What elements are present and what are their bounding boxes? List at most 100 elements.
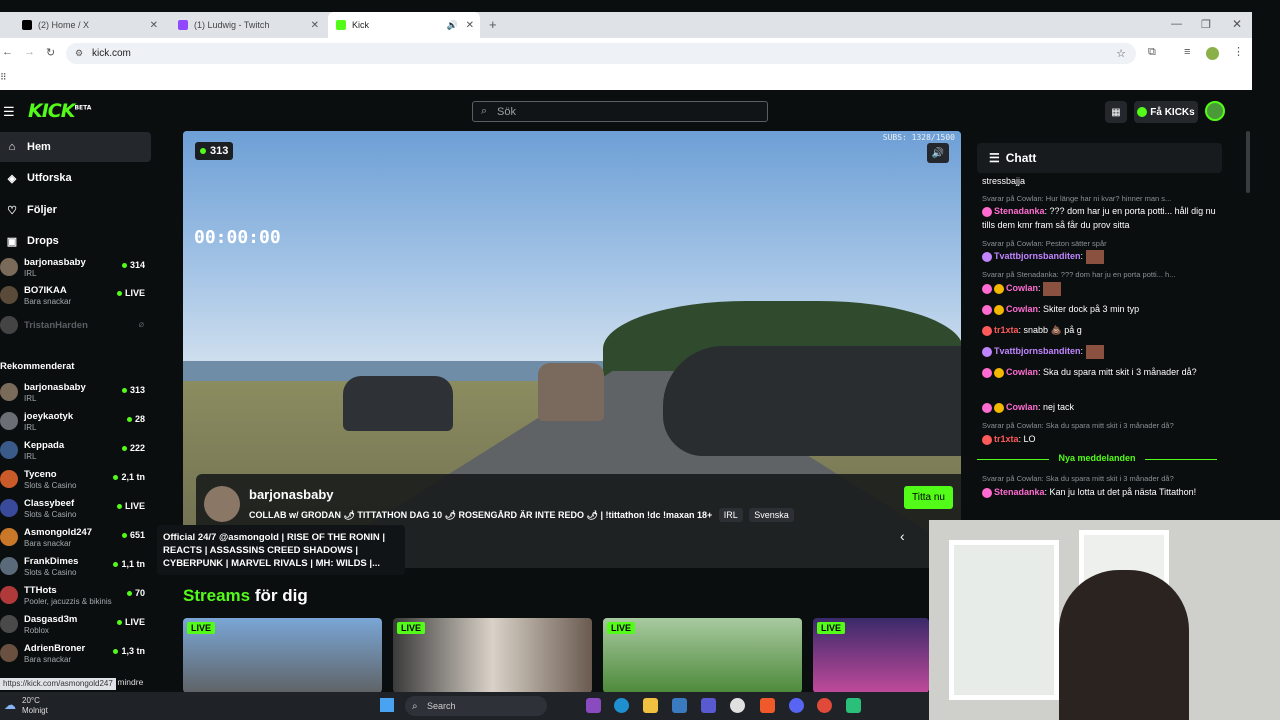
recommended-channel[interactable]: TTHots Pooler, jacuzzis & bikinis 70 xyxy=(0,582,150,610)
recommended-channel[interactable]: FrankDimes Slots & Casino 1,1 tn xyxy=(0,553,150,581)
taskbar-search[interactable]: ⌕ Search xyxy=(405,696,547,716)
tag-language[interactable]: Svenska xyxy=(749,508,794,522)
viewer-count: LIVE xyxy=(117,288,145,298)
stream-title: COLLAB w/ GRODAN 🌶 TITTATHON DAG 10 🌶 RO… xyxy=(249,510,713,520)
chat-username[interactable]: Stenadanka xyxy=(994,206,1045,216)
page-scrollbar[interactable] xyxy=(1246,131,1250,193)
close-tab-icon[interactable]: ✕ xyxy=(150,20,158,31)
stream-thumbnail[interactable]: LIVE xyxy=(813,618,929,693)
recommended-channel[interactable]: Classybeef Slots & Casino LIVE xyxy=(0,495,150,523)
bookmark-star-icon[interactable]: ☆ xyxy=(1116,47,1126,60)
x-favicon-icon xyxy=(22,20,32,30)
sidebar-item-utforska[interactable]: ◈ Utforska xyxy=(0,163,151,193)
following-channel[interactable]: BO7IKAA Bara snackar LIVE xyxy=(0,282,150,310)
chat-username[interactable]: Tvattbjornsbanditen xyxy=(994,251,1081,261)
sidebar-item-drops[interactable]: ▣ Drops xyxy=(0,226,151,256)
tab-x[interactable]: (2) Home / X ✕ xyxy=(14,12,164,38)
store-icon[interactable] xyxy=(672,698,687,713)
chat-menu-icon[interactable]: ☰ xyxy=(989,151,1000,165)
file-explorer-icon[interactable] xyxy=(643,698,658,713)
site-info-icon[interactable]: ⚙ xyxy=(75,48,83,59)
recommended-channel[interactable]: AdrienBroner Bara snackar 1,3 tn xyxy=(0,640,150,668)
discord-icon[interactable] xyxy=(789,698,804,713)
forward-icon[interactable]: → xyxy=(24,46,35,58)
get-kicks-button[interactable]: Få KICKs xyxy=(1134,101,1198,123)
dashboard-icon[interactable]: ▦ xyxy=(1105,101,1127,123)
minimize-icon[interactable]: — xyxy=(1171,18,1182,30)
streamer-name[interactable]: barjonasbaby xyxy=(249,487,334,502)
streamer-avatar[interactable] xyxy=(204,486,240,522)
recommended-channel[interactable]: barjonasbaby IRL 313 xyxy=(0,379,150,407)
apps-grid-icon[interactable]: ⠿ xyxy=(0,72,7,83)
watch-now-button[interactable]: Titta nu xyxy=(904,486,953,509)
recommended-channel[interactable]: joeykaotyk IRL 28 xyxy=(0,408,150,436)
sidebar-item-foljer[interactable]: ♡ Följer xyxy=(0,195,151,225)
recommended-channel[interactable]: Keppada IRL 222 xyxy=(0,437,150,465)
speaker-icon[interactable]: 🔊 xyxy=(447,20,458,31)
media-icon[interactable]: ≡ xyxy=(1184,46,1190,58)
following-channel[interactable]: barjonasbaby IRL 314 xyxy=(0,254,150,282)
chat-username[interactable]: Cowlan xyxy=(1006,283,1038,293)
windows-start-icon[interactable] xyxy=(380,698,394,712)
back-icon[interactable]: ← xyxy=(2,46,13,58)
chat-username[interactable]: tr1xta xyxy=(994,325,1019,335)
viewer-count: 28 xyxy=(127,414,145,424)
recommended-channel[interactable]: Dasgasd3m Roblox LIVE xyxy=(0,611,150,639)
home-icon: ⌂ xyxy=(8,141,16,153)
chat-message: Cowlan: nej tack xyxy=(982,400,1218,414)
chat-username[interactable]: Cowlan xyxy=(1006,304,1038,314)
live-badge: LIVE xyxy=(607,622,636,634)
chrome-icon[interactable] xyxy=(817,698,832,713)
chat-username[interactable]: Cowlan xyxy=(1006,402,1038,412)
channel-category: Roblox xyxy=(24,626,49,635)
sub-badge-icon xyxy=(982,487,992,498)
tag-irl[interactable]: IRL xyxy=(718,508,743,522)
app-icon[interactable] xyxy=(846,698,861,713)
chat-username[interactable]: Tvattbjornsbanditen xyxy=(994,346,1081,356)
gift-badge-icon xyxy=(982,251,992,262)
chat-username[interactable]: tr1xta xyxy=(994,434,1019,444)
volume-icon[interactable]: 🔊 xyxy=(927,143,949,163)
featured-player[interactable]: 313 SUBS: 1328/1500 🔊 00:00:00 barjonasb… xyxy=(183,131,961,568)
url-field[interactable]: ⚙ kick.com ☆ xyxy=(66,43,1136,64)
chat-text: LO xyxy=(1023,434,1036,444)
emote-icon xyxy=(1043,281,1062,296)
close-tab-icon[interactable]: ✕ xyxy=(311,20,319,31)
app-icon[interactable] xyxy=(586,698,601,713)
following-channel[interactable]: TristanHarden ⌀ xyxy=(0,312,150,340)
profile-avatar[interactable] xyxy=(1206,47,1219,60)
recommended-channel[interactable]: Asmongold247 Bara snackar 651 xyxy=(0,524,150,552)
heart-icon: ♡ xyxy=(7,204,17,217)
menu-hamburger-icon[interactable]: ☰ xyxy=(3,104,15,120)
channel-tooltip: Official 24/7 @asmongold | RISE OF THE R… xyxy=(157,525,405,575)
weather-widget[interactable]: 20°C Molnigt xyxy=(22,696,48,716)
menu-dots-icon[interactable]: ⋮ xyxy=(1233,45,1244,58)
close-tab-icon[interactable]: ✕ xyxy=(466,20,474,31)
stream-thumbnail[interactable]: LIVE xyxy=(603,618,802,693)
sidebar-item-hem[interactable]: ⌂ Hem xyxy=(0,132,151,162)
carousel-prev-icon[interactable]: ‹ xyxy=(900,528,905,544)
stream-thumbnail[interactable]: LIVE xyxy=(393,618,592,693)
recommended-channel[interactable]: Tyceno Slots & Casino 2,1 tn xyxy=(0,466,150,494)
avatar xyxy=(0,441,18,459)
new-messages-divider[interactable]: Nya meddelanden xyxy=(977,453,1217,463)
new-tab-button[interactable]: + xyxy=(489,17,497,32)
edge-icon[interactable] xyxy=(614,698,629,713)
tab-kick[interactable]: Kick 🔊 ✕ xyxy=(328,12,480,38)
app-icon[interactable] xyxy=(730,698,745,713)
chat-username[interactable]: Stenadanka xyxy=(994,487,1045,497)
offline-icon: ⌀ xyxy=(138,319,144,329)
chat-username[interactable]: Cowlan xyxy=(1006,367,1038,377)
tab-twitch[interactable]: (1) Ludwig - Twitch ✕ xyxy=(170,12,325,38)
maximize-icon[interactable]: ❐ xyxy=(1201,18,1211,31)
search-input[interactable]: ⌕ Sök xyxy=(472,101,768,122)
extensions-icon[interactable]: ⧉ xyxy=(1148,46,1156,59)
brave-icon[interactable] xyxy=(760,698,775,713)
close-window-icon[interactable]: ✕ xyxy=(1232,17,1242,31)
stream-thumbnail[interactable]: LIVE xyxy=(183,618,382,693)
teams-icon[interactable] xyxy=(701,698,716,713)
user-avatar[interactable] xyxy=(1205,101,1225,121)
reload-icon[interactable]: ↻ xyxy=(46,46,55,59)
url-text: kick.com xyxy=(92,48,131,59)
kick-logo[interactable]: KICKBETA xyxy=(28,100,91,122)
